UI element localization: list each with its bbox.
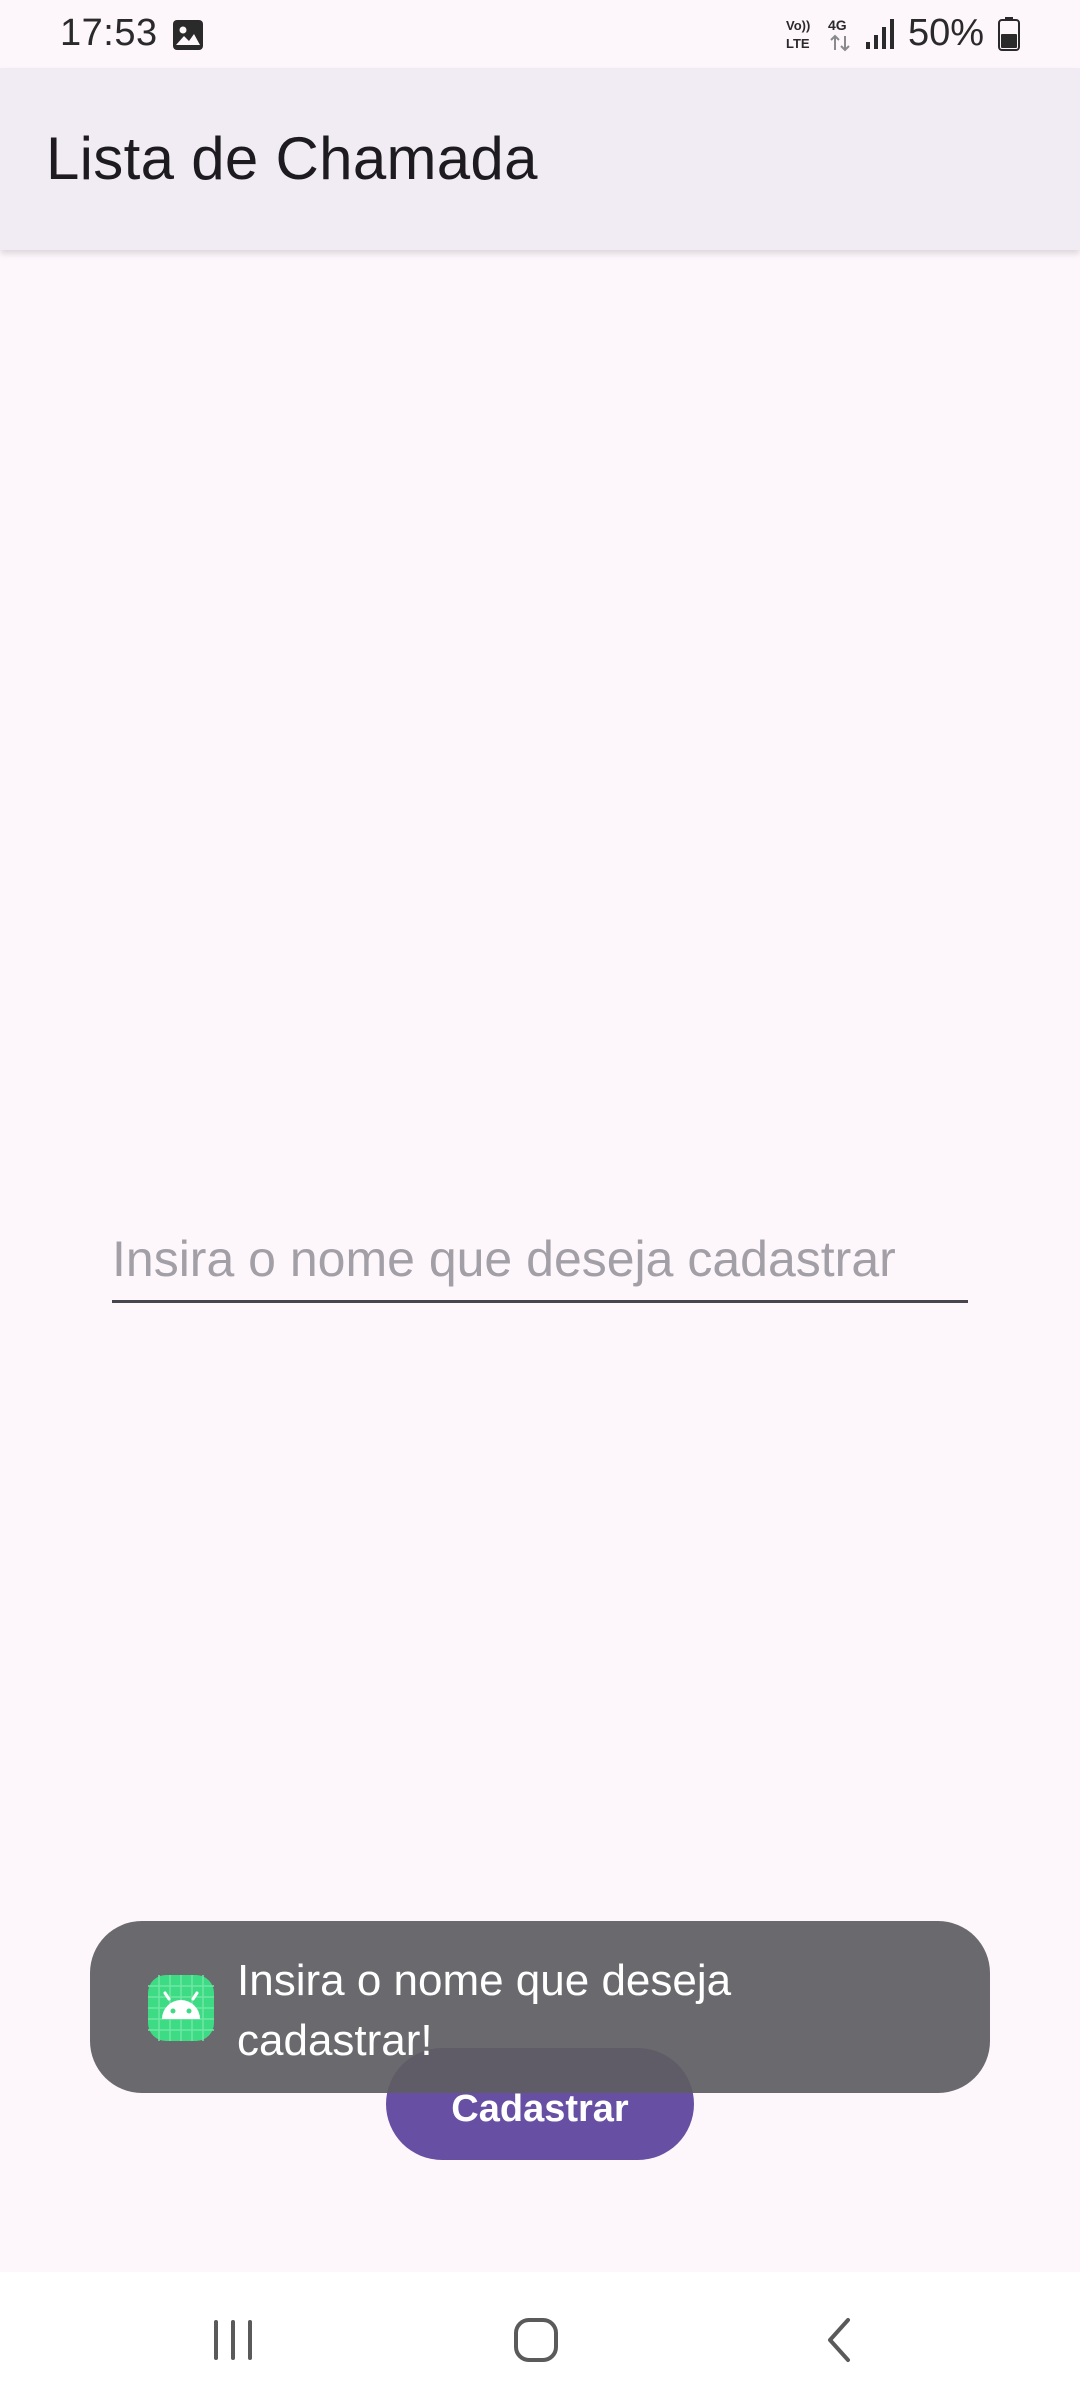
screen: 17:53 Vo)) LTE 4G 50% Lista de Chamada I… <box>0 0 1080 2408</box>
name-input[interactable] <box>112 1218 968 1303</box>
svg-text:LTE: LTE <box>786 36 810 51</box>
page-title: Lista de Chamada <box>46 125 538 192</box>
android-icon <box>148 1975 214 2041</box>
app-bar: Lista de Chamada <box>0 68 1080 250</box>
status-bar: 17:53 Vo)) LTE 4G 50% <box>0 0 1080 68</box>
svg-text:Vo)): Vo)) <box>786 18 810 33</box>
toast-message: Insira o nome que deseja cadastrar! <box>237 1956 732 2065</box>
toast: Insira o nome que deseja cadastrar! <box>90 1921 990 2093</box>
home-icon[interactable] <box>505 2310 567 2370</box>
volte-icon: Vo)) LTE <box>786 18 810 51</box>
battery-icon <box>998 17 1020 51</box>
back-icon[interactable] <box>810 2310 870 2370</box>
svg-text:4G: 4G <box>828 17 847 33</box>
gallery-icon <box>173 20 203 50</box>
navigation-bar <box>0 2272 1080 2408</box>
network-4g-icon: 4G <box>828 17 850 52</box>
battery-percent: 50% <box>908 12 985 54</box>
status-time: 17:53 <box>60 12 158 54</box>
recents-icon[interactable] <box>200 2312 266 2368</box>
signal-icon <box>866 19 894 49</box>
